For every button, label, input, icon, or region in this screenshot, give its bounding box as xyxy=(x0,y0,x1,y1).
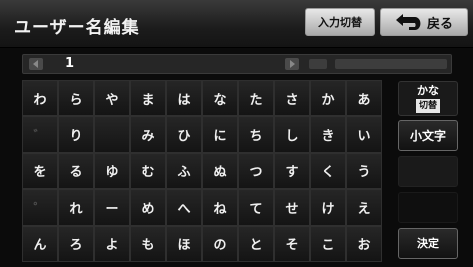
key-button[interactable]: た xyxy=(238,80,274,117)
key-button[interactable]: め xyxy=(130,189,166,226)
key-button[interactable]: の xyxy=(202,225,238,262)
page-title: ユーザー名編集 xyxy=(14,18,140,38)
key-button[interactable]: へ xyxy=(166,189,202,226)
key-button[interactable]: ー xyxy=(94,189,130,226)
cursor-left-icon[interactable] xyxy=(29,58,43,70)
key-button[interactable]: わ xyxy=(22,80,58,117)
key-button[interactable]: な xyxy=(202,80,238,117)
key-button[interactable]: を xyxy=(22,152,58,190)
key-button[interactable]: す xyxy=(274,152,310,190)
key-button[interactable]: て xyxy=(238,189,274,226)
lowercase-button[interactable]: 小文字 xyxy=(398,120,458,151)
key-button[interactable]: よ xyxy=(94,225,130,262)
key-button[interactable]: そ xyxy=(274,225,310,262)
key-button[interactable]: ま xyxy=(130,80,166,117)
key-button[interactable]: い xyxy=(346,116,382,153)
key-button[interactable]: や xyxy=(94,80,130,117)
kana-switch-sublabel: 切替 xyxy=(415,98,440,113)
key-button[interactable]: う xyxy=(346,152,382,190)
key-button[interactable]: あ xyxy=(346,80,382,117)
confirm-button[interactable]: 決定 xyxy=(398,228,458,259)
key-button[interactable]: む xyxy=(130,152,166,190)
key-button[interactable]: る xyxy=(58,152,94,190)
key-button[interactable]: も xyxy=(130,225,166,262)
back-button[interactable]: 戻る xyxy=(380,8,468,36)
kana-switch-label: かな xyxy=(417,83,439,97)
name-input-field[interactable]: 1 xyxy=(22,54,452,74)
header-bar: ユーザー名編集 入力切替 戻る xyxy=(0,0,473,48)
key-button[interactable]: え xyxy=(346,189,382,226)
key-button[interactable]: ゆ xyxy=(94,152,130,190)
key-button[interactable]: ほ xyxy=(166,225,202,262)
key-button[interactable]: か xyxy=(310,80,346,117)
key-button[interactable]: せ xyxy=(274,189,310,226)
input-switch-button[interactable]: 入力切替 xyxy=(305,8,375,36)
key-button[interactable]: き xyxy=(310,116,346,153)
input-segment xyxy=(309,59,327,69)
side-blank-button xyxy=(398,192,458,223)
key-button[interactable]: ゜ xyxy=(22,189,58,226)
key-button[interactable]: ふ xyxy=(166,152,202,190)
key-button[interactable]: く xyxy=(310,152,346,190)
key-button[interactable]: ね xyxy=(202,189,238,226)
kana-keypad: わらやまはなたさかあ゛りみひにちしきいをるゆむふぬつすくう゜れーめへねてせけえん… xyxy=(22,80,382,262)
back-button-label: 戻る xyxy=(426,16,453,32)
key-button[interactable]: り xyxy=(58,116,94,153)
key-button[interactable]: ち xyxy=(238,116,274,153)
key-button[interactable] xyxy=(94,116,130,153)
key-button[interactable]: に xyxy=(202,116,238,153)
key-button[interactable]: ゛ xyxy=(22,116,58,153)
key-button[interactable]: ろ xyxy=(58,225,94,262)
side-blank-button xyxy=(398,156,458,187)
key-button[interactable]: さ xyxy=(274,80,310,117)
key-button[interactable]: し xyxy=(274,116,310,153)
key-button[interactable]: れ xyxy=(58,189,94,226)
input-segment xyxy=(335,59,447,69)
kana-switch-button[interactable]: かな 切替 xyxy=(398,81,458,116)
key-button[interactable]: と xyxy=(238,225,274,262)
key-button[interactable]: ひ xyxy=(166,116,202,153)
key-button[interactable]: ぬ xyxy=(202,152,238,190)
key-button[interactable]: け xyxy=(310,189,346,226)
input-text: 1 xyxy=(65,56,75,71)
key-button[interactable]: こ xyxy=(310,225,346,262)
key-button[interactable]: ら xyxy=(58,80,94,117)
key-button[interactable]: み xyxy=(130,116,166,153)
key-button[interactable]: は xyxy=(166,80,202,117)
key-button[interactable]: つ xyxy=(238,152,274,190)
back-arrow-icon xyxy=(395,14,421,30)
cursor-right-icon[interactable] xyxy=(285,58,299,70)
key-button[interactable]: お xyxy=(346,225,382,262)
key-button[interactable]: ん xyxy=(22,225,58,262)
